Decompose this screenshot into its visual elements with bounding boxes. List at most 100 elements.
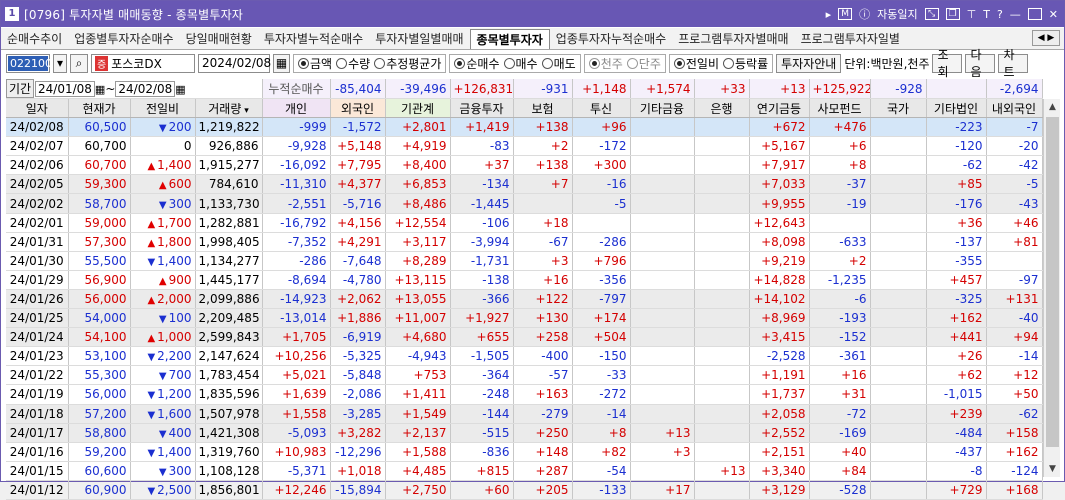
search-icon[interactable]: ⌕ bbox=[70, 53, 88, 73]
table-row[interactable]: 24/02/05 59,300 ▲ 600 784,610 -11,310 +4,377 +6… bbox=[6, 174, 1043, 195]
tab-net-buy-trend[interactable]: 순매수추이 bbox=[1, 29, 68, 49]
radio-avg-price[interactable]: 추정평균가 bbox=[374, 55, 441, 72]
table-row[interactable]: 24/01/16 59,200 ▼ 1,400 1,319,760 +10,983 -12,… bbox=[6, 442, 1043, 462]
period-to-field[interactable]: 24/02/08 bbox=[115, 81, 176, 97]
scroll-up-icon[interactable]: ▲ bbox=[1044, 99, 1061, 115]
next-button[interactable]: 다음 bbox=[965, 48, 996, 79]
link-icon[interactable]: ⤡ bbox=[924, 8, 939, 20]
investor-value-cell: +1,927 bbox=[450, 308, 514, 329]
chart-button[interactable]: 차트 bbox=[998, 48, 1029, 79]
copy-icon[interactable]: ❐ bbox=[945, 8, 960, 20]
calendar-icon[interactable]: ▦ bbox=[175, 83, 185, 96]
vertical-scrollbar[interactable]: ▲ ▼ bbox=[1043, 99, 1060, 477]
column-header[interactable]: 내외국인 bbox=[986, 98, 1043, 119]
column-header[interactable]: 외국인 bbox=[330, 98, 386, 119]
column-header[interactable]: 기관계 bbox=[385, 98, 451, 119]
column-header[interactable]: 개인 bbox=[262, 98, 331, 119]
table-row[interactable]: 24/01/23 53,100 ▼ 2,200 2,147,624 +10,256 -5,3… bbox=[6, 346, 1043, 367]
radio-sell[interactable]: 매도 bbox=[541, 55, 576, 72]
tab-sector-cumulative[interactable]: 업종투자자누적순매수 bbox=[550, 29, 672, 49]
investor-value-cell: -54 bbox=[572, 461, 631, 481]
radio-change-rate[interactable]: 등락률 bbox=[723, 55, 768, 72]
investor-value-cell bbox=[630, 213, 695, 233]
info-icon[interactable]: ⓘ bbox=[859, 6, 870, 22]
column-header[interactable]: 연기금등 bbox=[749, 98, 810, 119]
tab-program-daily[interactable]: 프로그램투자자일별 bbox=[795, 29, 906, 49]
table-row[interactable]: 24/01/12 60,900 ▼ 2,500 1,856,801 +12,246 -15,… bbox=[6, 480, 1043, 500]
investor-value-cell: +84 bbox=[809, 461, 871, 481]
tab-program-investor[interactable]: 프로그램투자자별매매 bbox=[672, 29, 794, 49]
table-row[interactable]: 24/01/25 54,000 ▼ 100 2,209,485 -13,014 +1,886… bbox=[6, 308, 1043, 329]
table-row[interactable]: 24/01/31 57,300 ▲ 1,800 1,998,405 -7,352 +4,29… bbox=[6, 232, 1043, 252]
scroll-thumb[interactable] bbox=[1046, 117, 1059, 447]
tab-sector-investor-net-buy[interactable]: 업종별투자자순매수 bbox=[68, 29, 179, 49]
tab-investor-daily[interactable]: 투자자별일별매매 bbox=[369, 29, 469, 49]
tab-investor-cumulative[interactable]: 투자자별누적순매수 bbox=[258, 29, 369, 49]
column-header[interactable]: 현재가 bbox=[68, 98, 131, 119]
table-row[interactable]: 24/01/24 54,100 ▲ 1,000 2,599,843 +1,705 -6,91… bbox=[6, 327, 1043, 348]
radio-single-shares[interactable]: 단주 bbox=[626, 55, 661, 72]
column-header[interactable]: 기타법인 bbox=[926, 98, 987, 119]
investor-value-cell: +8 bbox=[572, 423, 631, 443]
investor-value-cell: +2,058 bbox=[749, 404, 810, 424]
column-header[interactable]: 사모펀드 bbox=[809, 98, 871, 119]
table-row[interactable]: 24/01/18 57,200 ▼ 1,600 1,507,978 +1,558 -3,28… bbox=[6, 404, 1043, 424]
column-header[interactable]: 전일비 bbox=[130, 98, 196, 119]
calendar-icon[interactable]: ▦ bbox=[273, 53, 290, 73]
column-header[interactable]: 국가 bbox=[870, 98, 927, 119]
radio-net-buy[interactable]: 순매수 bbox=[454, 55, 500, 72]
query-button[interactable]: 조회 bbox=[932, 48, 963, 79]
stock-name-field[interactable]: 증 포스코DX bbox=[91, 53, 195, 73]
sort-arrow-icon[interactable]: ▾ bbox=[241, 106, 249, 116]
period-from-field[interactable]: 24/01/08 bbox=[35, 81, 95, 97]
table-row[interactable]: 24/02/01 59,000 ▲ 1,700 1,282,881 -16,792 +4,1… bbox=[6, 213, 1043, 233]
radio-prev-diff[interactable]: 전일비 bbox=[673, 55, 719, 72]
text-icon[interactable]: T bbox=[983, 8, 990, 21]
column-header[interactable]: 금융투자 bbox=[450, 98, 514, 119]
calendar-icon[interactable]: ▦ bbox=[95, 83, 105, 96]
investor-value-cell: +441 bbox=[926, 327, 987, 348]
column-header[interactable]: 은행 bbox=[694, 98, 750, 119]
pin-icon[interactable]: ⊤ bbox=[967, 8, 977, 21]
table-row[interactable]: 24/02/07 60,700 0 926,886 -9,928 +5,148 +4,919… bbox=[6, 136, 1043, 157]
tab-stock-investor[interactable]: 종목별투자자 bbox=[469, 29, 550, 49]
table-row[interactable]: 24/01/26 56,000 ▲ 2,000 2,099,886 -14,923 +2,0… bbox=[6, 289, 1043, 310]
column-header[interactable]: 기타금융 bbox=[630, 98, 695, 119]
investor-value-cell: -133 bbox=[572, 480, 631, 500]
column-header[interactable]: 투신 bbox=[572, 98, 631, 119]
date-cell: 24/01/17 bbox=[6, 423, 69, 443]
close-icon[interactable]: ✕ bbox=[1049, 8, 1058, 21]
table-row[interactable]: 24/01/17 58,800 ▼ 400 1,421,308 -5,093 +3,282 +… bbox=[6, 423, 1043, 443]
table-row[interactable]: 24/02/08 60,500 ▼ 200 1,219,822 -999 -1,572 +2,… bbox=[6, 117, 1043, 138]
table-row[interactable]: 24/02/06 60,700 ▲ 1,400 1,915,277 -16,092 +7,7… bbox=[6, 155, 1043, 176]
dropdown-arrow-icon[interactable]: ▾ bbox=[53, 53, 67, 73]
column-header[interactable]: 보험 bbox=[513, 98, 573, 119]
table-row[interactable]: 24/01/30 55,500 ▼ 1,400 1,134,277 -286 -7,648 +… bbox=[6, 251, 1043, 271]
tab-scroll-arrows[interactable]: ◀ ▶ bbox=[1032, 30, 1060, 46]
investor-guide-button[interactable]: 투자자안내 bbox=[776, 53, 842, 73]
price-cell: 59,300 bbox=[68, 174, 131, 195]
memo-icon[interactable]: M bbox=[838, 8, 853, 20]
arrow-right-icon[interactable]: ▸ bbox=[826, 8, 832, 21]
column-header[interactable]: 거래량 ▾ bbox=[195, 98, 263, 119]
radio-thousand-shares[interactable]: 천주 bbox=[588, 55, 623, 72]
table-row[interactable]: 24/01/22 55,300 ▼ 700 1,783,454 +5,021 -5,848 +… bbox=[6, 365, 1043, 386]
table-row[interactable]: 24/02/02 58,700 ▼ 300 1,133,730 -2,551 -5,716 +… bbox=[6, 193, 1043, 214]
radio-quantity[interactable]: 수량 bbox=[336, 55, 370, 72]
minimize-icon[interactable]: — bbox=[1010, 8, 1021, 21]
column-header[interactable]: 일자 bbox=[6, 98, 69, 119]
investor-value-cell bbox=[870, 136, 927, 157]
scroll-down-icon[interactable]: ▼ bbox=[1044, 461, 1061, 477]
tab-today-trading[interactable]: 당일매매현황 bbox=[180, 29, 258, 49]
help-icon[interactable]: ? bbox=[997, 8, 1003, 21]
date-field[interactable]: 2024/02/08 bbox=[198, 53, 271, 73]
table-row[interactable]: 24/01/29 56,900 ▲ 900 1,445,177 -8,694 -4,780 +… bbox=[6, 270, 1043, 290]
stock-code-field[interactable]: 022100 bbox=[6, 53, 52, 73]
radio-buy[interactable]: 매수 bbox=[503, 55, 538, 72]
table-row[interactable]: 24/01/19 56,000 ▼ 1,200 1,835,596 +1,639 -2,08… bbox=[6, 384, 1043, 405]
maximize-icon[interactable] bbox=[1027, 8, 1042, 20]
auto-journal-label[interactable]: 자동일지 bbox=[877, 6, 917, 22]
table-row[interactable]: 24/01/15 60,600 ▼ 300 1,108,128 -5,371 +1,018 +… bbox=[6, 461, 1043, 481]
volume-cell: 784,610 bbox=[195, 174, 263, 195]
radio-amount[interactable]: 금액 bbox=[298, 55, 332, 72]
